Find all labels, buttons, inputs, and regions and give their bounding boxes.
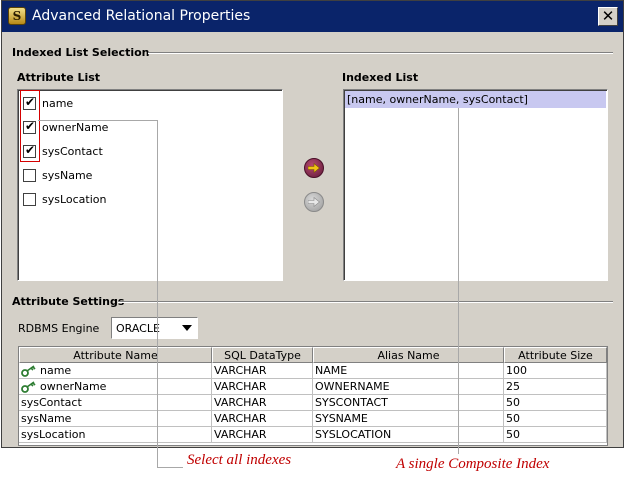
window-title: Advanced Relational Properties bbox=[32, 8, 251, 24]
attribute-name-text: name bbox=[40, 364, 72, 377]
attribute-label: sysContact bbox=[42, 144, 103, 158]
close-button[interactable]: ✕ bbox=[598, 7, 618, 26]
sql-datatype-cell[interactable]: VARCHAR bbox=[212, 363, 313, 379]
attribute-name-cell[interactable]: ownerName bbox=[19, 379, 212, 395]
attribute-item-name[interactable]: ✔ name bbox=[23, 94, 73, 112]
rdbms-engine-label: RDBMS Engine bbox=[18, 322, 100, 335]
attribute-size-cell[interactable]: 50 bbox=[504, 427, 607, 443]
checkbox[interactable] bbox=[23, 168, 36, 182]
attribute-label: name bbox=[42, 96, 74, 110]
callout-line bbox=[38, 120, 158, 121]
callout-line bbox=[157, 467, 183, 468]
attribute-size-cell[interactable]: 25 bbox=[504, 379, 607, 395]
remove-from-index-button[interactable] bbox=[304, 192, 324, 212]
alias-name-cell[interactable]: SYSNAME bbox=[313, 411, 504, 427]
arrow-left-icon bbox=[308, 197, 320, 207]
indexed-list-item[interactable]: [name, ownerName, sysContact] bbox=[345, 91, 606, 108]
checkbox[interactable]: ✔ bbox=[23, 118, 36, 134]
attribute-name-cell[interactable]: name bbox=[19, 363, 212, 379]
alias-name-cell[interactable]: NAME bbox=[313, 363, 504, 379]
alias-name-cell[interactable]: OWNERNAME bbox=[313, 379, 504, 395]
rdbms-engine-value: ORACLE bbox=[116, 322, 160, 335]
sql-datatype-cell[interactable]: VARCHAR bbox=[212, 379, 313, 395]
attribute-size-cell[interactable]: 50 bbox=[504, 411, 607, 427]
app-icon: S bbox=[8, 7, 26, 25]
close-icon: ✕ bbox=[601, 7, 615, 25]
add-to-index-button[interactable] bbox=[304, 158, 324, 178]
sql-datatype-cell[interactable]: VARCHAR bbox=[212, 427, 313, 443]
attribute-name-text: ownerName bbox=[40, 380, 107, 393]
sql-datatype-cell[interactable]: VARCHAR bbox=[212, 411, 313, 427]
attribute-item-syslocation[interactable]: sysLocation bbox=[23, 190, 107, 208]
callout-line bbox=[458, 108, 459, 454]
checkbox[interactable]: ✔ bbox=[23, 94, 36, 110]
attribute-name-cell[interactable]: sysContact bbox=[19, 395, 212, 411]
attribute-settings-heading: Attribute Settings bbox=[12, 295, 125, 308]
checkbox[interactable]: ✔ bbox=[23, 142, 36, 158]
attribute-size-cell[interactable]: 100 bbox=[504, 363, 607, 379]
attribute-list-label: Attribute List bbox=[17, 71, 101, 84]
arrow-right-icon bbox=[308, 163, 320, 173]
title-bar[interactable]: S Advanced Relational Properties ✕ bbox=[2, 1, 623, 32]
callout-line bbox=[157, 120, 158, 468]
attribute-size-cell[interactable]: 50 bbox=[504, 395, 607, 411]
attribute-settings-table: Attribute Name SQL DataType Alias Name A… bbox=[18, 346, 608, 446]
attribute-label: sysName bbox=[42, 168, 93, 182]
alias-name-cell[interactable]: SYSCONTACT bbox=[313, 395, 504, 411]
select-all-annotation: Select all indexes bbox=[187, 452, 292, 468]
key-icon bbox=[21, 364, 36, 377]
attribute-list[interactable]: ✔ name ✔ ownerName ✔ sysContact sysName … bbox=[17, 89, 283, 281]
attribute-label: sysLocation bbox=[42, 192, 107, 206]
indexed-list-selection-heading: Indexed List Selection bbox=[12, 46, 150, 59]
sql-datatype-cell[interactable]: VARCHAR bbox=[212, 395, 313, 411]
attribute-item-sysname[interactable]: sysName bbox=[23, 166, 92, 184]
checkbox[interactable] bbox=[23, 192, 36, 206]
attribute-name-cell[interactable]: sysName bbox=[19, 411, 212, 427]
indexed-list-label: Indexed List bbox=[342, 71, 419, 84]
checkmark-icon: ✔ bbox=[25, 118, 36, 133]
column-header[interactable]: Attribute Size bbox=[504, 347, 607, 363]
checkmark-icon: ✔ bbox=[25, 142, 36, 157]
key-icon bbox=[21, 380, 36, 393]
dropdown-button[interactable] bbox=[178, 319, 196, 337]
rdbms-engine-select[interactable]: ORACLE bbox=[111, 317, 198, 339]
advanced-relational-properties-dialog: S Advanced Relational Properties ✕ Index… bbox=[1, 0, 624, 448]
checkmark-icon: ✔ bbox=[25, 94, 36, 109]
alias-name-cell[interactable]: SYSLOCATION bbox=[313, 427, 504, 443]
column-header[interactable]: Alias Name bbox=[313, 347, 504, 363]
attribute-name-cell[interactable]: sysLocation bbox=[19, 427, 212, 443]
column-header[interactable]: Attribute Name bbox=[19, 347, 212, 363]
composite-index-annotation: A single Composite Index bbox=[396, 456, 550, 472]
chevron-down-icon bbox=[182, 325, 192, 331]
section-divider bbox=[148, 52, 613, 54]
attribute-item-syscontact[interactable]: ✔ sysContact bbox=[23, 142, 103, 160]
column-header[interactable]: SQL DataType bbox=[212, 347, 313, 363]
indexed-list[interactable]: [name, ownerName, sysContact] bbox=[343, 89, 608, 281]
section-divider bbox=[118, 301, 613, 303]
attribute-label: ownerName bbox=[42, 120, 109, 134]
